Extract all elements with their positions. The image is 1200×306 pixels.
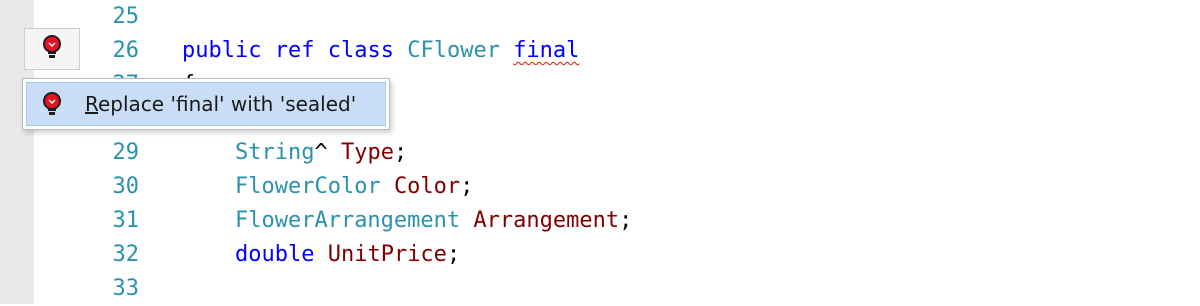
quick-actions-menu: Replace 'final' with 'sealed' bbox=[22, 78, 390, 130]
line-number: 33 bbox=[112, 276, 140, 301]
code-token: Type bbox=[340, 140, 394, 165]
code-token: ref bbox=[274, 38, 315, 63]
code-token: FlowerColor bbox=[234, 174, 381, 199]
code-token: Color bbox=[393, 174, 461, 199]
quick-actions-button[interactable] bbox=[24, 28, 80, 70]
code-token: ; bbox=[460, 174, 474, 199]
code-token: ; bbox=[619, 208, 633, 233]
code-token: Arrangement bbox=[473, 208, 620, 233]
code-text: public ref class CFlower final bbox=[182, 34, 579, 68]
code-token: public bbox=[182, 38, 262, 63]
code-token: CFlower bbox=[407, 38, 500, 63]
code-text: String^ Type; bbox=[182, 136, 407, 170]
code-text: FlowerArrangement Arrangement; bbox=[182, 204, 632, 238]
line-number: 31 bbox=[112, 208, 140, 233]
code-text: FlowerColor Color; bbox=[182, 170, 473, 204]
code-token: String bbox=[234, 140, 315, 165]
code-token: ; bbox=[393, 140, 408, 165]
lightbulb-error-icon bbox=[27, 91, 77, 117]
code-token: FlowerArrangement bbox=[234, 208, 461, 233]
code-editor[interactable]: 2526public ref class CFlower final27{282… bbox=[34, 0, 1200, 304]
line-number: 30 bbox=[112, 174, 140, 199]
menu-item-replace-final-with-sealed[interactable]: Replace 'final' with 'sealed' bbox=[26, 82, 386, 126]
code-token: ^ bbox=[314, 140, 341, 165]
lightbulb-error-icon bbox=[41, 34, 63, 64]
error-token: final bbox=[513, 38, 580, 63]
code-token: ; bbox=[446, 242, 461, 267]
line-number: 29 bbox=[112, 140, 140, 165]
line-number: 32 bbox=[112, 242, 140, 267]
code-token: UnitPrice bbox=[327, 242, 447, 267]
menu-item-label: Replace 'final' with 'sealed' bbox=[85, 92, 357, 116]
code-text: double UnitPrice; bbox=[182, 238, 460, 272]
code-token: double bbox=[234, 242, 315, 267]
code-token: class bbox=[327, 38, 394, 63]
